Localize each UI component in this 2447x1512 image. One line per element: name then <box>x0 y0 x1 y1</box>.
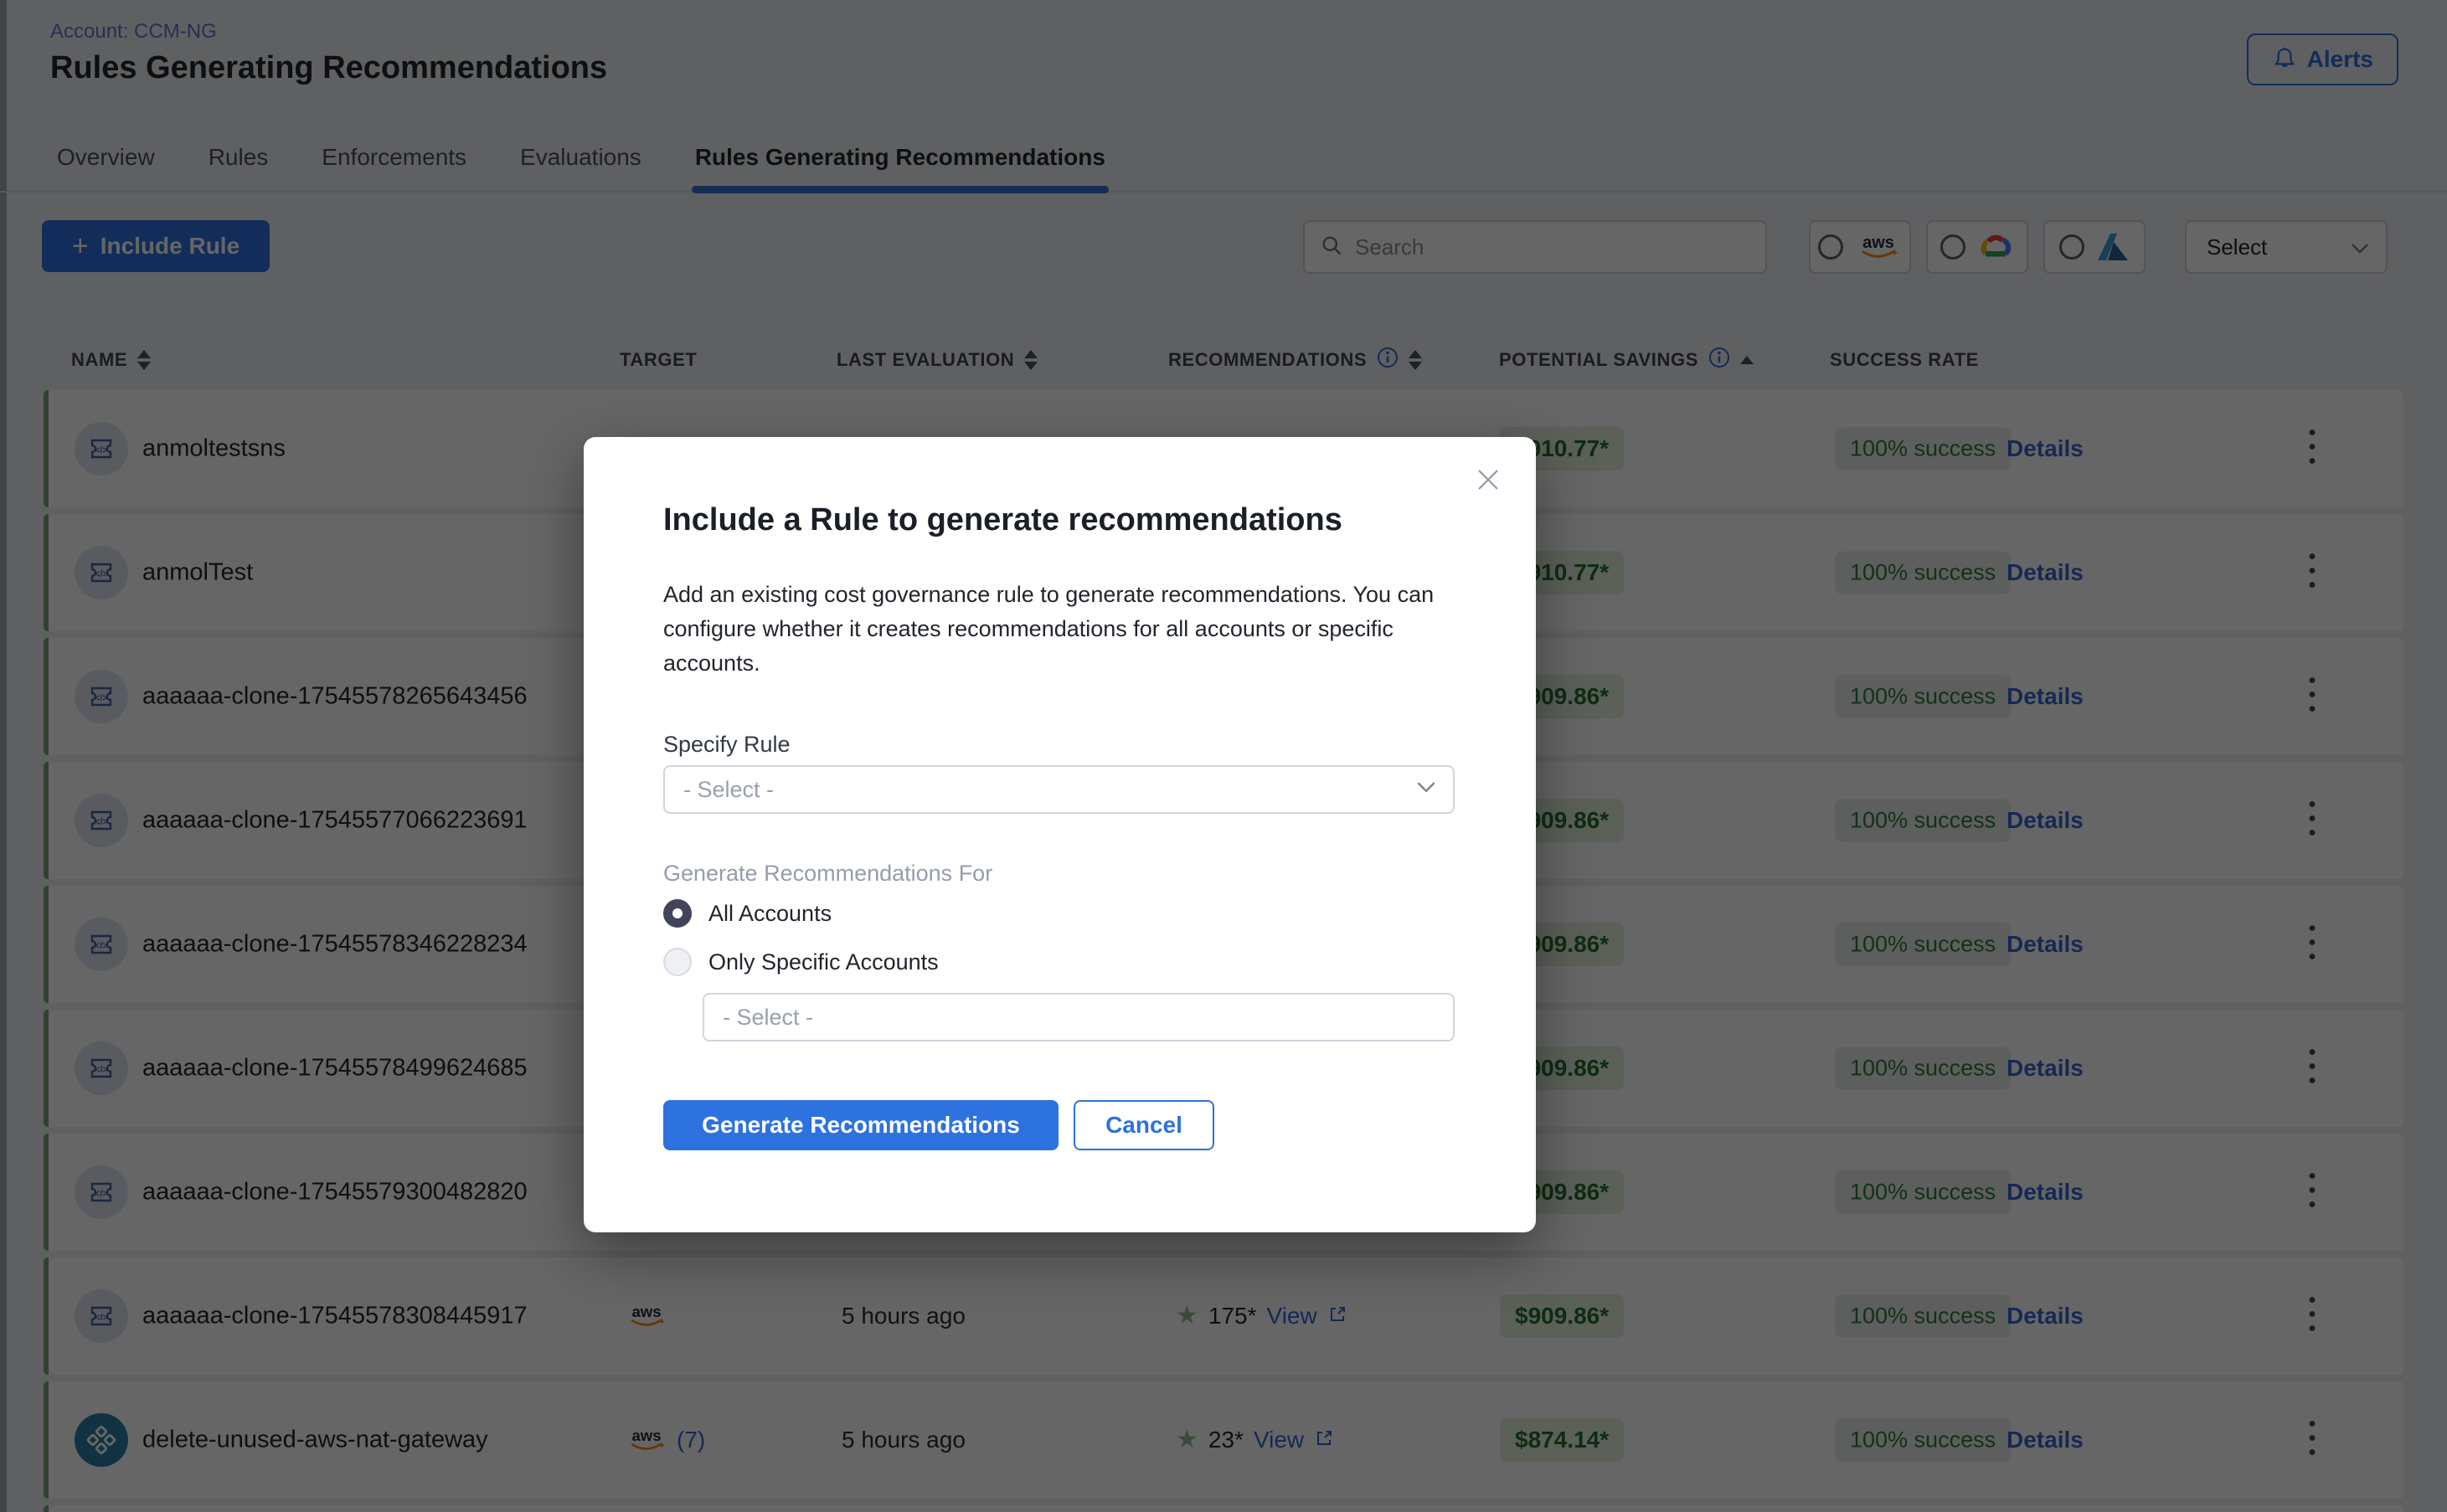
radio-only-specific-accounts[interactable]: Only Specific Accounts <box>663 948 939 976</box>
accounts-select-dropdown[interactable]: - Select - <box>703 993 1455 1041</box>
chevron-down-icon <box>1416 781 1436 798</box>
radio-all-accounts-label: All Accounts <box>708 901 832 927</box>
radio-all-accounts-control[interactable] <box>663 899 692 928</box>
modal-description: Add an existing cost governance rule to … <box>663 578 1467 681</box>
specify-rule-label: Specify Rule <box>663 732 791 758</box>
radio-only-specific-accounts-control[interactable] <box>663 948 692 976</box>
rule-select-dropdown[interactable]: - Select - <box>663 765 1455 814</box>
include-rule-modal: Include a Rule to generate recommendatio… <box>584 437 1536 1232</box>
cancel-button[interactable]: Cancel <box>1074 1100 1214 1150</box>
generate-recommendations-button[interactable]: Generate Recommendations <box>663 1100 1059 1150</box>
rule-select-placeholder: - Select - <box>683 777 774 803</box>
close-icon[interactable] <box>1474 465 1502 498</box>
generate-for-label: Generate Recommendations For <box>663 861 992 887</box>
radio-all-accounts[interactable]: All Accounts <box>663 899 832 928</box>
radio-only-specific-accounts-label: Only Specific Accounts <box>708 949 939 975</box>
app-window: Account: CCM-NG Rules Generating Recomme… <box>0 0 2447 1512</box>
modal-title: Include a Rule to generate recommendatio… <box>663 502 1342 538</box>
accounts-select-placeholder: - Select - <box>723 1005 813 1031</box>
